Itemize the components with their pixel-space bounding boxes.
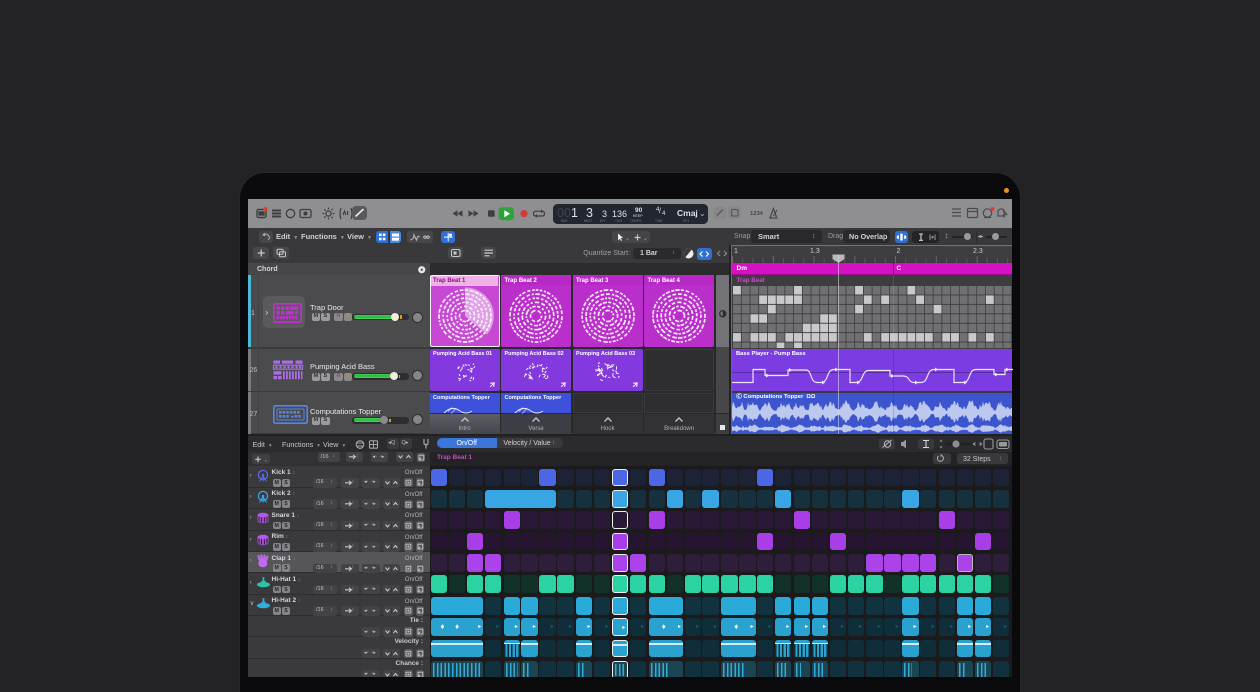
svg-text:⌄: ⌄ bbox=[264, 457, 269, 463]
svg-text:⌄: ⌄ bbox=[625, 236, 630, 242]
svg-text:?: ? bbox=[287, 212, 291, 218]
svg-text:⌄: ⌄ bbox=[643, 236, 648, 242]
svg-text:1234: 1234 bbox=[750, 211, 764, 217]
